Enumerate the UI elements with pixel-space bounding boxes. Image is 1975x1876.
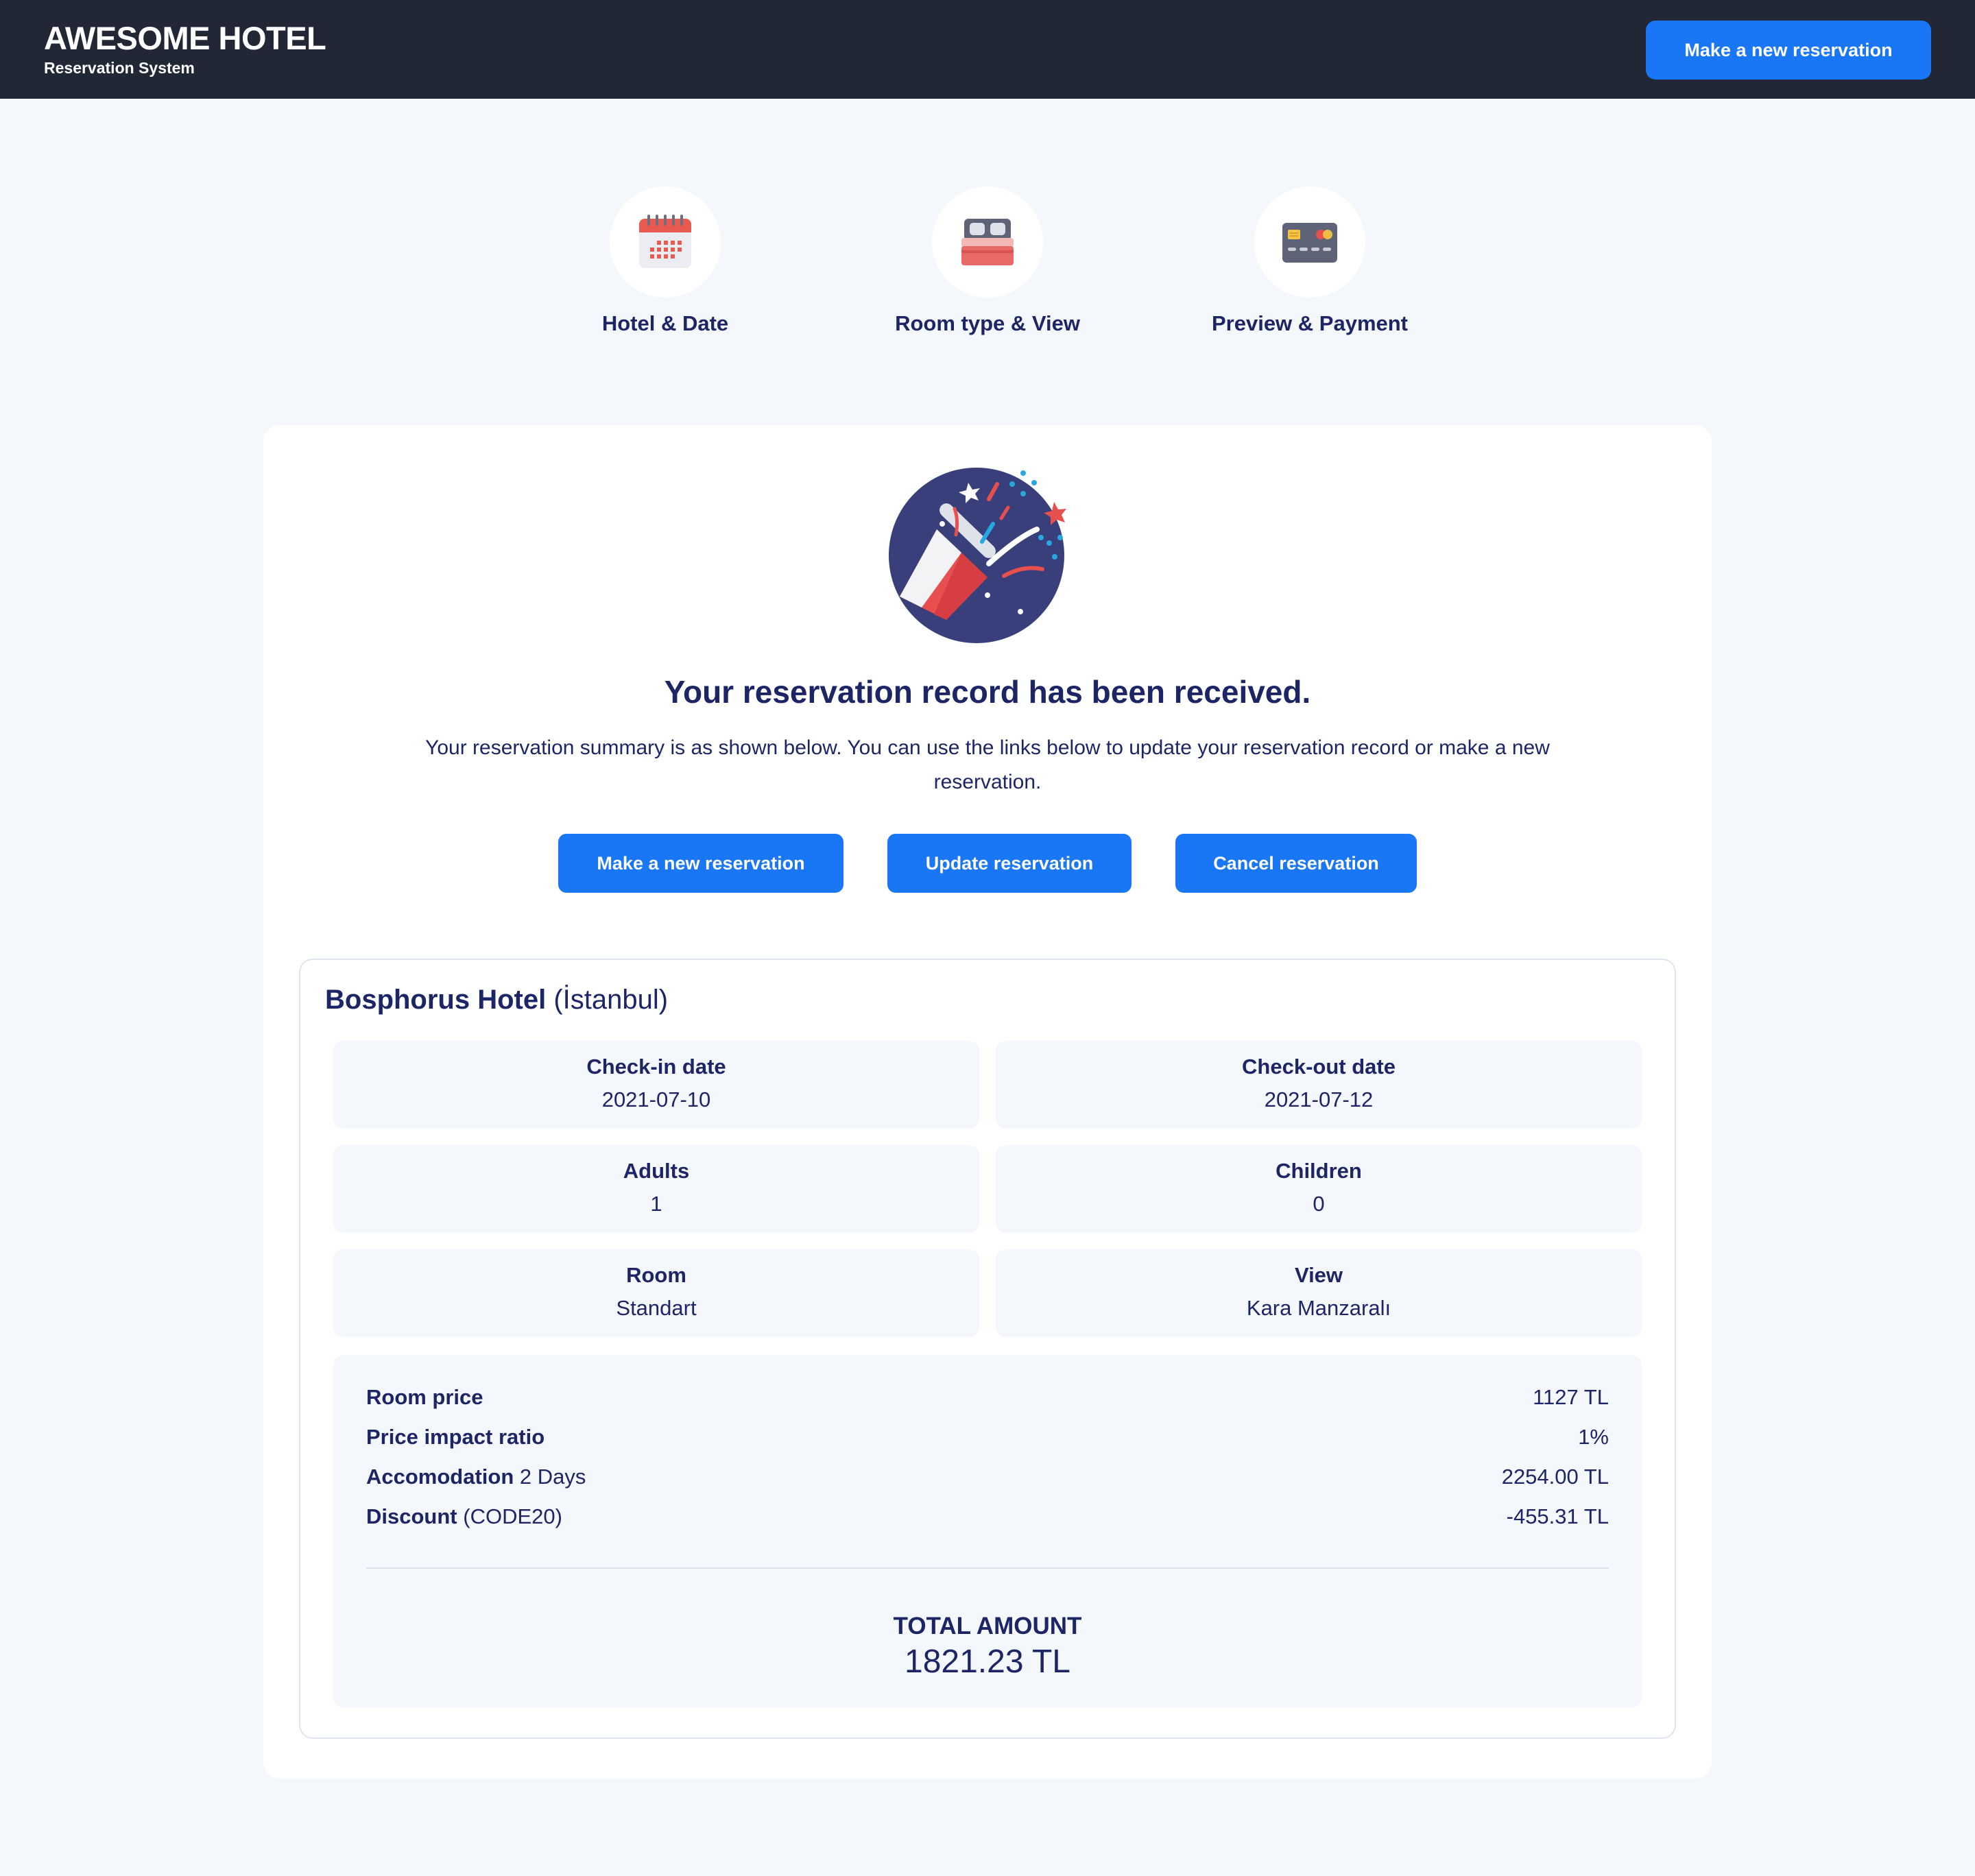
confirmation-description: Your reservation summary is as shown bel… xyxy=(425,736,1550,793)
credit-card-icon xyxy=(1282,223,1337,263)
impact-row: Price impact ratio 1% xyxy=(366,1425,1609,1455)
step-circle xyxy=(932,187,1043,298)
new-reservation-button[interactable]: Make a new reservation xyxy=(558,834,843,893)
bed-icon xyxy=(961,219,1014,265)
step-circle xyxy=(1254,187,1365,298)
children-cell: Children 0 xyxy=(996,1145,1642,1233)
hotel-heading: Bosphorus Hotel (İstanbul) xyxy=(325,985,668,1015)
checkin-cell: Check-in date 2021-07-10 xyxy=(333,1041,979,1129)
hotel-city: (İstanbul) xyxy=(553,985,669,1015)
step-label-hotel-date: Hotel & Date xyxy=(601,311,729,335)
price-breakdown: Room price 1127 TL Price impact ratio 1%… xyxy=(333,1355,1642,1707)
total-value: 1821.23 TL xyxy=(905,1644,1070,1680)
brand-title: AWESOME HOTEL xyxy=(44,20,326,56)
header-new-reservation-button[interactable]: Make a new reservation xyxy=(1646,21,1931,80)
step-label-preview-payment: Preview & Payment xyxy=(1211,311,1409,335)
room-label: Room xyxy=(626,1263,686,1287)
children-value: 0 xyxy=(1313,1192,1325,1216)
checkin-label: Check-in date xyxy=(586,1055,726,1079)
adults-value: 1 xyxy=(650,1192,662,1216)
accommodation-row: Accomodation 2 Days 2254.00 TL xyxy=(366,1465,1609,1495)
confirmation-title: Your reservation record has been receive… xyxy=(664,674,1311,710)
room-price-value: 1127 TL xyxy=(1533,1385,1609,1409)
step-hotel-date[interactable]: Hotel & Date xyxy=(521,187,809,344)
room-price-row: Room price 1127 TL xyxy=(366,1385,1609,1415)
confirmation-card: Your reservation record has been receive… xyxy=(263,425,1712,1779)
discount-code: (CODE20) xyxy=(463,1504,562,1528)
discount-value: -455.31 TL xyxy=(1506,1504,1609,1528)
price-divider xyxy=(366,1567,1609,1569)
step-preview-payment[interactable]: Preview & Payment xyxy=(1166,187,1454,344)
discount-row: Discount (CODE20) -455.31 TL xyxy=(366,1504,1609,1535)
impact-value: 1% xyxy=(1578,1425,1609,1449)
children-label: Children xyxy=(1276,1159,1362,1183)
view-label: View xyxy=(1294,1263,1343,1287)
cancel-reservation-button[interactable]: Cancel reservation xyxy=(1175,834,1417,893)
brand-subtitle: Reservation System xyxy=(44,59,195,77)
total-label: TOTAL AMOUNT xyxy=(893,1613,1082,1639)
top-header: AWESOME HOTEL Reservation System Make a … xyxy=(0,0,1975,99)
discount-label: Discount xyxy=(366,1504,457,1528)
step-circle xyxy=(610,187,721,298)
room-value: Standart xyxy=(616,1296,697,1320)
step-label-room-view: Room type & View xyxy=(895,311,1080,335)
reservation-summary: Bosphorus Hotel (İstanbul) Check-in date… xyxy=(299,959,1676,1739)
adults-cell: Adults 1 xyxy=(333,1145,979,1233)
step-room-view[interactable]: Room type & View xyxy=(843,187,1132,344)
update-reservation-button[interactable]: Update reservation xyxy=(887,834,1132,893)
checkout-value: 2021-07-12 xyxy=(1264,1087,1374,1111)
impact-label: Price impact ratio xyxy=(366,1425,545,1449)
accommodation-days: 2 Days xyxy=(519,1465,586,1489)
calendar-icon xyxy=(639,215,691,268)
room-cell: Room Standart xyxy=(333,1249,979,1337)
party-popper-icon xyxy=(889,468,1066,643)
checkin-value: 2021-07-10 xyxy=(601,1087,711,1111)
checkout-label: Check-out date xyxy=(1242,1055,1396,1079)
checkout-cell: Check-out date 2021-07-12 xyxy=(996,1041,1642,1129)
view-value: Kara Manzaralı xyxy=(1246,1296,1391,1320)
adults-label: Adults xyxy=(623,1159,690,1183)
accommodation-value: 2254.00 TL xyxy=(1501,1465,1609,1489)
hotel-name: Bosphorus Hotel xyxy=(325,985,547,1015)
room-price-label: Room price xyxy=(366,1385,483,1409)
accommodation-label: Accomodation xyxy=(366,1465,514,1489)
view-cell: View Kara Manzaralı xyxy=(996,1249,1642,1337)
